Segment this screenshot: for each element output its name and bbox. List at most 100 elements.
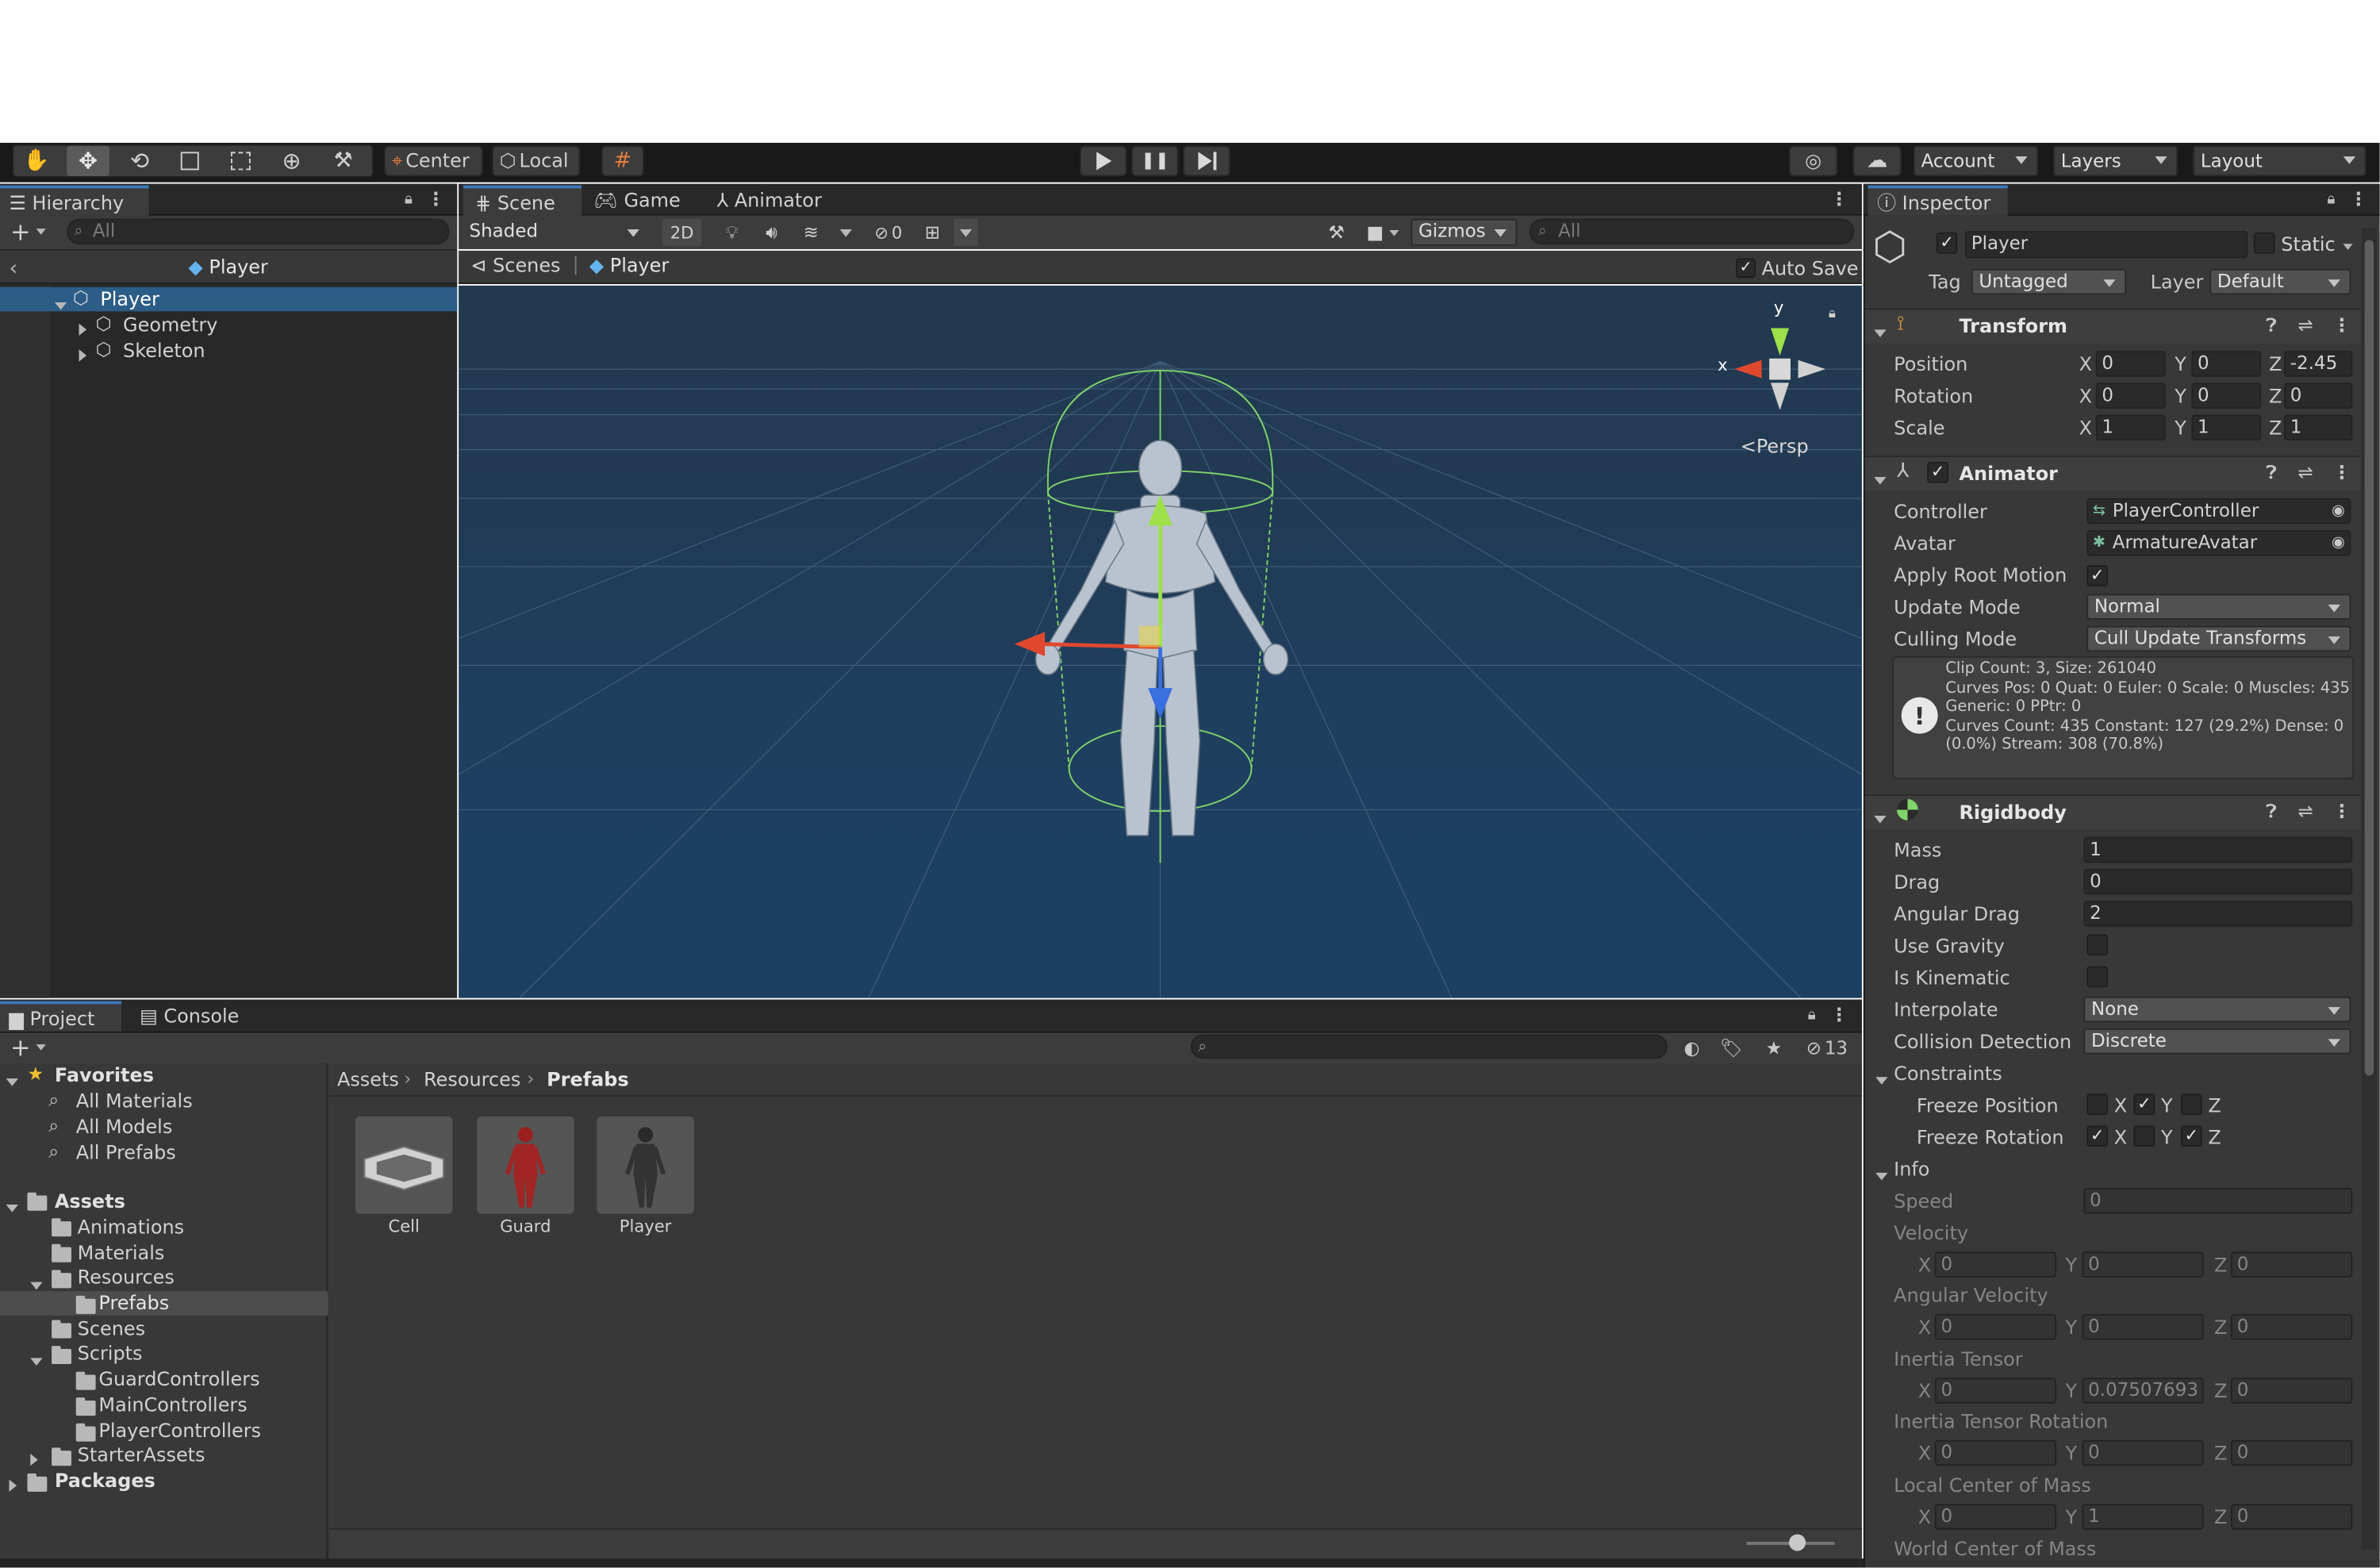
expand-arrow-icon[interactable]: [30, 1453, 38, 1466]
rotation-z[interactable]: 0: [2284, 382, 2353, 409]
grid-snap-button[interactable]: #: [601, 145, 644, 177]
grid-toggle-icon[interactable]: ⊞: [917, 219, 947, 246]
expand-arrow-icon[interactable]: [79, 349, 87, 362]
is-kinematic-checkbox[interactable]: [2086, 966, 2109, 988]
folder-prefabs[interactable]: Prefabs: [98, 1291, 169, 1314]
expand-arrow-icon[interactable]: [30, 1282, 43, 1290]
scrollbar[interactable]: [2361, 228, 2377, 1550]
active-checkbox[interactable]: ✓: [1936, 232, 1958, 254]
assets-folder[interactable]: Assets: [55, 1189, 125, 1213]
tab-animator[interactable]: ⅄ Animator: [717, 186, 822, 216]
transform-tool-icon[interactable]: ⊕: [274, 148, 310, 175]
folder-starterassets[interactable]: StarterAssets: [78, 1443, 205, 1466]
slider-thumb[interactable]: [1789, 1534, 1806, 1551]
culling-mode-dropdown[interactable]: Cull Update Transforms: [2086, 625, 2351, 652]
auto-save-checkbox[interactable]: ✓: [1736, 258, 1756, 279]
component-menu-icon[interactable]: ⋮: [2332, 801, 2351, 822]
scale-tool-icon[interactable]: [171, 148, 208, 175]
breadcrumb-assets[interactable]: Assets: [337, 1068, 399, 1091]
transform-header[interactable]: Transform: [1959, 314, 2067, 337]
avatar-field[interactable]: ✱ ArmatureAvatar ◉: [2086, 530, 2351, 556]
gizmo-lock-icon[interactable]: 🔒︎: [1829, 307, 1836, 322]
freeze-position-z[interactable]: [2180, 1093, 2202, 1116]
layer-dropdown[interactable]: Default: [2209, 268, 2351, 295]
tab-scene[interactable]: ⋕ Scene: [463, 185, 582, 216]
collapse-arrow-icon[interactable]: [1874, 477, 1887, 485]
static-checkbox[interactable]: [2253, 232, 2275, 254]
pivot-local-button[interactable]: ⬡ Local: [492, 145, 581, 177]
collab-icon[interactable]: ◎: [1789, 145, 1838, 177]
hierarchy-item-player[interactable]: [0, 286, 458, 312]
collapse-arrow-icon[interactable]: [1875, 1172, 1888, 1181]
rotation-y[interactable]: 0: [2191, 382, 2262, 409]
preset-icon[interactable]: ⇌: [2297, 314, 2313, 336]
hand-tool-icon[interactable]: ✋: [18, 148, 55, 175]
angular-drag-field[interactable]: 2: [2083, 901, 2353, 927]
panel-menu-icon[interactable]: ⋮: [2349, 188, 2367, 209]
scene-viewport[interactable]: y x 🔒︎ <Persp: [459, 285, 1862, 998]
search-by-label-icon[interactable]: 🏷︎: [1716, 1035, 1746, 1061]
scene-search-input[interactable]: ⌕ All: [1529, 218, 1855, 245]
rotation-x[interactable]: 0: [2095, 382, 2166, 409]
panel-menu-icon[interactable]: ⋮: [1830, 1004, 1848, 1025]
folder-scripts[interactable]: Scripts: [78, 1341, 143, 1364]
persp-toggle[interactable]: <Persp: [1741, 434, 1809, 457]
position-z[interactable]: -2.45: [2284, 351, 2353, 377]
expand-arrow-icon[interactable]: [6, 1205, 18, 1213]
rect-tool-icon[interactable]: [221, 148, 258, 175]
tab-inspector[interactable]: ⓘ Inspector: [1868, 185, 2008, 216]
account-dropdown[interactable]: Account: [1914, 145, 2038, 177]
shading-mode-dropdown[interactable]: Shaded: [461, 218, 651, 247]
freeze-rotation-y[interactable]: [2133, 1125, 2155, 1147]
pause-button[interactable]: ❚❚: [1131, 145, 1179, 177]
expand-arrow-icon[interactable]: [54, 302, 67, 310]
folder-materials[interactable]: Materials: [78, 1241, 165, 1264]
help-icon[interactable]: ❓︎: [2266, 462, 2277, 485]
folder-maincontrollers[interactable]: MainControllers: [98, 1393, 247, 1416]
lock-icon[interactable]: 🔒︎: [2320, 188, 2342, 209]
use-gravity-checkbox[interactable]: [2086, 934, 2109, 956]
hidden-objects-icon[interactable]: ⊘ 0: [866, 219, 911, 246]
panel-menu-icon[interactable]: ⋮: [1830, 188, 1848, 209]
breadcrumb-scenes[interactable]: ⊲ Scenes: [470, 254, 560, 277]
interpolate-dropdown[interactable]: None: [2083, 996, 2351, 1023]
breadcrumb-prefabs[interactable]: Prefabs: [547, 1068, 629, 1091]
panel-menu-icon[interactable]: ⋮: [427, 188, 445, 209]
tag-dropdown[interactable]: Untagged: [1971, 268, 2127, 295]
tab-project[interactable]: ▆ Project: [0, 1001, 122, 1032]
animator-enabled-checkbox[interactable]: ✓: [1927, 461, 1949, 483]
object-picker-icon[interactable]: ◉: [2332, 500, 2345, 523]
search-by-type-icon[interactable]: ◐: [1676, 1035, 1706, 1061]
lighting-icon[interactable]: 💡︎: [717, 219, 747, 246]
animator-header[interactable]: Animator: [1959, 462, 2058, 485]
lock-icon[interactable]: 🔒︎: [1801, 1004, 1822, 1025]
pivot-center-button[interactable]: ⌖ Center: [384, 145, 483, 177]
tab-console[interactable]: ▤ Console: [140, 1001, 239, 1032]
cloud-icon[interactable]: ☁: [1852, 145, 1902, 177]
controller-field[interactable]: ⇆ PlayerController ◉: [2086, 498, 2351, 525]
project-search-input[interactable]: ⌕: [1190, 1034, 1668, 1059]
help-icon[interactable]: ❓︎: [2266, 314, 2277, 337]
object-picker-icon[interactable]: ◉: [2332, 532, 2345, 555]
folder-resources[interactable]: Resources: [78, 1266, 175, 1289]
asset-cell[interactable]: [355, 1116, 453, 1214]
back-chevron-icon[interactable]: ‹: [9, 257, 17, 282]
gizmos-dropdown[interactable]: Gizmos: [1411, 218, 1518, 247]
component-menu-icon[interactable]: ⋮: [2332, 462, 2351, 483]
grid-dropdown-icon[interactable]: [954, 218, 978, 247]
apply-root-motion-checkbox[interactable]: ✓: [2086, 565, 2109, 586]
layers-dropdown[interactable]: Layers: [2053, 145, 2178, 177]
fav-all-models[interactable]: All Models: [76, 1115, 173, 1138]
collision-detection-dropdown[interactable]: Discrete: [2083, 1028, 2351, 1055]
favorite-star-icon[interactable]: ★: [1759, 1035, 1789, 1061]
collapse-arrow-icon[interactable]: [1874, 815, 1887, 824]
hierarchy-item-skeleton[interactable]: Skeleton: [123, 339, 205, 362]
object-name-field[interactable]: Player: [1965, 230, 2248, 259]
folder-scenes[interactable]: Scenes: [78, 1317, 145, 1340]
freeze-position-x[interactable]: [2086, 1093, 2109, 1116]
create-add-icon[interactable]: +: [6, 217, 52, 246]
tools-icon[interactable]: ⚒: [1321, 219, 1351, 246]
component-menu-icon[interactable]: ⋮: [2332, 314, 2351, 336]
help-icon[interactable]: ❓︎: [2266, 801, 2277, 824]
play-button[interactable]: [1080, 145, 1127, 177]
